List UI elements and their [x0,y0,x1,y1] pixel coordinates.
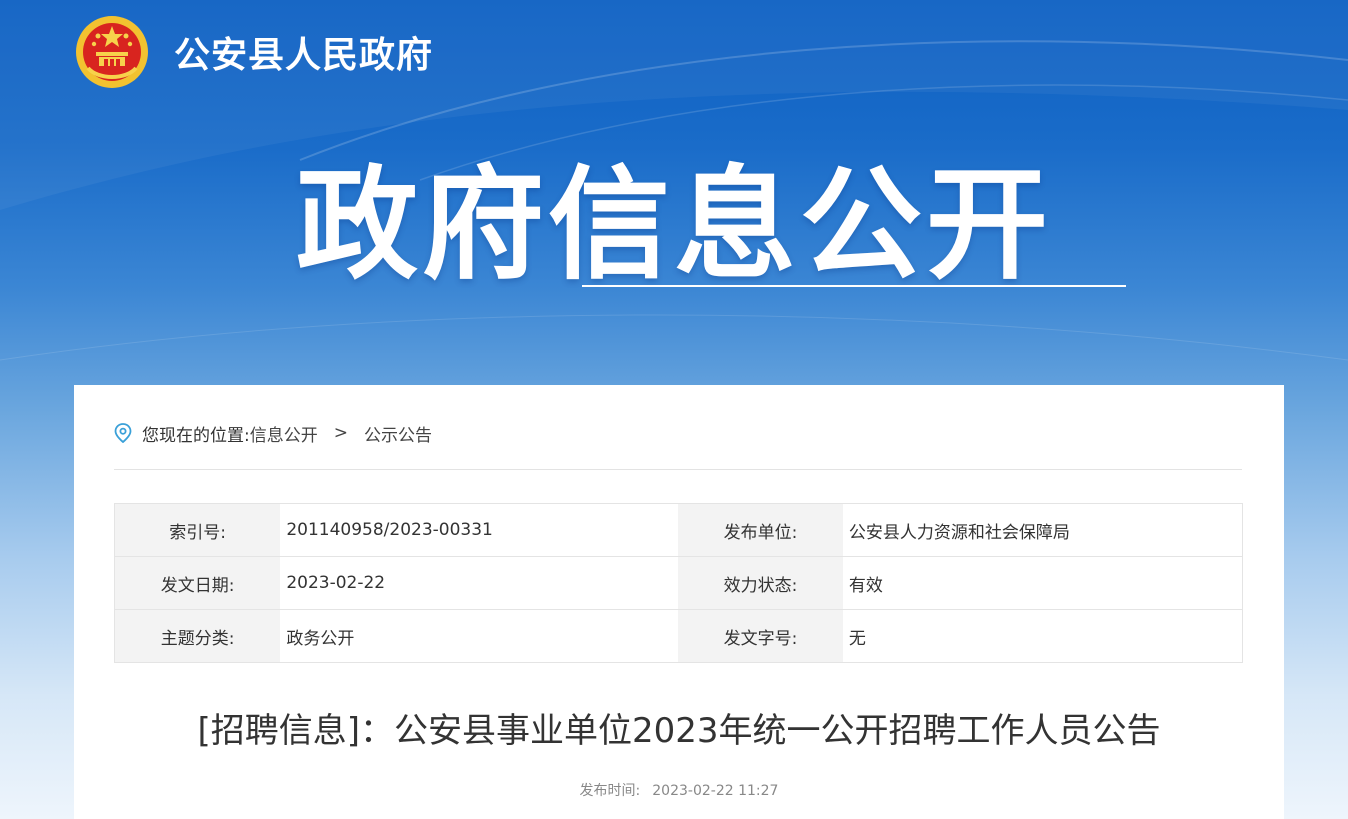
publish-time-label: 发布时间: [579,783,641,799]
breadcrumb-prefix: 您现在的位置: [142,425,250,446]
index-number-value: 201140958/2023-00331 [280,503,679,557]
publish-info: 发布时间: 2023-02-22 11:27 [74,780,1284,800]
hero-underline-divider [582,285,1126,287]
breadcrumb-item-info-disclosure[interactable]: 信息公开 [250,421,318,446]
breadcrumb-item-announcements[interactable]: 公示公告 [364,421,432,446]
topic-category-label: 主题分类: [114,609,281,663]
document-metadata-table: 索引号: 201140958/2023-00331 发布单位: 公安县人力资源和… [114,503,1243,663]
table-row: 主题分类: 政务公开 发文字号: 无 [114,609,1243,663]
breadcrumb-separator: > [333,423,348,443]
article-title: [招聘信息]：公安县事业单位2023年统一公开招聘工作人员公告 [197,711,1161,751]
document-number-label: 发文字号: [678,609,843,663]
index-number-label: 索引号: [114,503,281,557]
hero-title: 政府信息公开 [296,154,1052,296]
issue-date-label: 发文日期: [114,556,281,610]
topic-category-value: 政务公开 [280,609,679,663]
table-row: 发文日期: 2023-02-22 效力状态: 有效 [114,556,1243,610]
publish-time-value: 2023-02-22 11:27 [652,783,779,799]
issuing-unit-value: 公安县人力资源和社会保障局 [842,503,1243,557]
national-emblem-icon[interactable] [74,14,150,90]
document-number-value: 无 [842,609,1243,663]
breadcrumb-divider [114,469,1242,470]
location-pin-icon [114,423,132,443]
table-row: 索引号: 201140958/2023-00331 发布单位: 公安县人力资源和… [114,503,1243,557]
breadcrumb: 您现在的位置: 信息公开 > 公示公告 [114,421,432,446]
validity-status-value: 有效 [842,556,1243,610]
site-header: 公安县人民政府 [74,12,433,92]
validity-status-label: 效力状态: [678,556,843,610]
site-title[interactable]: 公安县人民政府 [174,26,433,78]
content-panel: 您现在的位置: 信息公开 > 公示公告 索引号: 201140958/2023-… [74,385,1284,819]
issue-date-value: 2023-02-22 [280,556,679,610]
issuing-unit-label: 发布单位: [678,503,843,557]
